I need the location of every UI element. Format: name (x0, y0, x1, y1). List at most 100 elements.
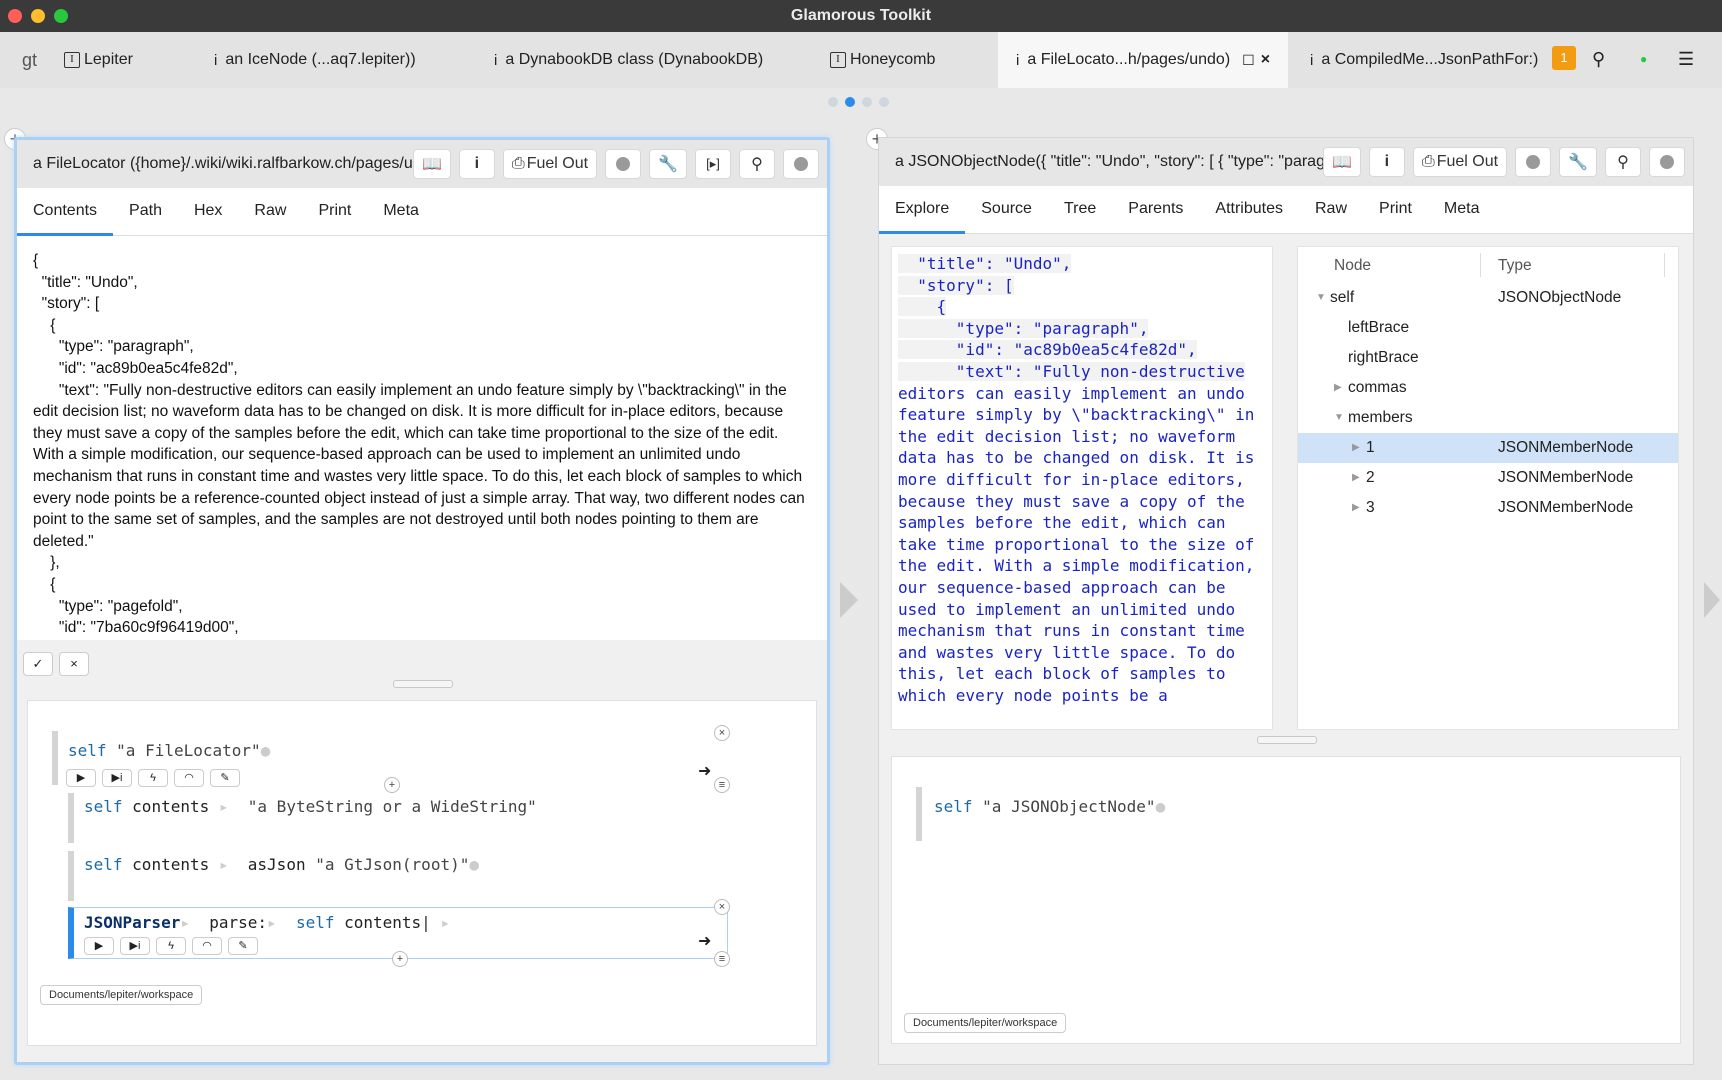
inspect-icon[interactable]: i (458, 149, 495, 179)
search-icon[interactable]: ⚲ (1592, 49, 1605, 70)
notification-badge[interactable]: 1 (1552, 46, 1576, 70)
play-inspect-icon[interactable]: ▶i (120, 937, 150, 955)
tab-contents[interactable]: Contents (17, 188, 114, 236)
tree-row[interactable]: ▶ 2 JSONMemberNode (1298, 463, 1678, 493)
tab-print[interactable]: Print (1379, 186, 1412, 234)
tab-raw[interactable]: Raw (254, 188, 286, 236)
collapse-triangle-icon[interactable]: ▼ (1334, 412, 1344, 423)
tab-compiledmethod[interactable]: i a CompiledMe...JsonPathFor:) (1310, 32, 1538, 88)
collapse-triangle-icon[interactable]: ▼ (1316, 292, 1326, 303)
tree-row[interactable]: ▶ 3 JSONMemberNode (1298, 493, 1678, 523)
tab-filelocator[interactable]: i a FileLocato...h/pages/undo) ☐ × (998, 32, 1288, 88)
expand-triangle-icon[interactable]: ▶ (1334, 382, 1342, 393)
tab-print[interactable]: Print (318, 188, 351, 236)
expand-triangle-icon[interactable]: ▶ (1352, 442, 1360, 453)
snippet-menu-icon[interactable]: ≡ (714, 951, 730, 967)
json-source-view[interactable]: "title": "Undo", "story": [ { "type": "p… (891, 246, 1273, 730)
snippet-code[interactable]: self "a FileLocator"● (68, 741, 270, 760)
inspector-icon: i (494, 51, 498, 69)
printer-icon: ⎙ (1421, 153, 1435, 170)
menu-icon[interactable]: ☰ (1678, 49, 1694, 70)
expand-triangle-icon[interactable]: ▶ (1352, 502, 1360, 513)
search-icon[interactable]: ⚲ (739, 149, 775, 179)
left-inspector-pane: a FileLocator ({home}/.wiki/wiki.ralfbar… (14, 137, 830, 1065)
tree-row[interactable]: rightBrace (1298, 343, 1678, 373)
inspect-icon[interactable]: i (1368, 147, 1405, 177)
workspace-path-button[interactable]: Documents/lepiter/workspace (40, 985, 203, 1005)
arrow-right-icon[interactable]: ➜ (698, 931, 711, 951)
status-circle-icon[interactable] (1515, 147, 1552, 177)
tab-meta[interactable]: Meta (383, 188, 419, 236)
pager-dots (828, 97, 889, 107)
fuel-out-label: Fuel Out (526, 155, 589, 172)
tab-path[interactable]: Path (129, 188, 162, 236)
tree-row[interactable]: ▼ self JSONObjectNode (1298, 283, 1678, 313)
tree-row[interactable]: ▼ members (1298, 403, 1678, 433)
maximize-tab-icon[interactable]: ☐ (1242, 52, 1255, 69)
snippet-code[interactable]: self contents ▸ asJson "a GtJson(root)"● (84, 855, 479, 874)
snippet-code[interactable]: JSONParser▸ parse:▸ self contents| ▸ (84, 913, 450, 932)
debug-icon[interactable]: ϟ (156, 937, 186, 955)
tab-honeycomb[interactable]: I Honeycomb (830, 32, 935, 88)
resize-handle[interactable] (393, 680, 453, 688)
tab-dynabookdb[interactable]: i a DynabookDB class (DynabookDB) (494, 32, 763, 88)
snippet-cell[interactable] (916, 787, 928, 841)
edit-icon[interactable]: ✎ (210, 769, 240, 787)
tree-row-selected[interactable]: ▶ 1 JSONMemberNode (1298, 433, 1678, 463)
debug-icon[interactable]: ϟ (138, 769, 168, 787)
pane-nav-arrow-icon[interactable] (840, 582, 858, 618)
tab-meta[interactable]: Meta (1444, 186, 1480, 234)
tab-parents[interactable]: Parents (1128, 186, 1183, 234)
snippet-code[interactable]: self contents ▸ "a ByteString or a WideS… (84, 797, 537, 816)
fuel-out-button[interactable]: ⎙ Fuel Out (502, 149, 598, 179)
tab-source[interactable]: Source (981, 186, 1032, 234)
tree-row[interactable]: leftBrace (1298, 313, 1678, 343)
profile-icon[interactable]: ◠ (192, 937, 222, 955)
expand-triangle-icon[interactable]: ▶ (1352, 472, 1360, 483)
book-icon[interactable]: 📖 (412, 149, 451, 179)
right-playground: self "a JSONObjectNode"● Documents/lepit… (891, 756, 1681, 1044)
edit-icon[interactable]: ✎ (228, 937, 258, 955)
tab-hex[interactable]: Hex (194, 188, 222, 236)
add-snippet-icon[interactable]: + (384, 777, 400, 793)
play-icon[interactable]: ▶ (84, 937, 114, 955)
status-circle-icon[interactable] (1649, 147, 1685, 177)
gt-home-button[interactable]: gt (22, 32, 37, 88)
tab-explore[interactable]: Explore (879, 186, 966, 234)
search-icon[interactable]: ⚲ (1605, 147, 1641, 177)
profile-icon[interactable]: ◠ (174, 769, 204, 787)
close-snippet-icon[interactable]: × (714, 899, 730, 915)
tab-lepiter[interactable]: I Lepiter (64, 32, 133, 88)
pager-dot[interactable] (879, 97, 889, 107)
pane-nav-arrow-icon[interactable] (1704, 582, 1720, 618)
tab-raw[interactable]: Raw (1315, 186, 1347, 234)
play-inspect-icon[interactable]: ▶i (102, 769, 132, 787)
close-snippet-icon[interactable]: × (714, 725, 730, 741)
fuel-out-button[interactable]: ⎙ Fuel Out (1412, 147, 1508, 177)
workspace-path-button[interactable]: Documents/lepiter/workspace (904, 1013, 1067, 1033)
contents-text-editor[interactable]: { "title": "Undo", "story": [ { "type": … (17, 236, 827, 640)
tab-attributes[interactable]: Attributes (1215, 186, 1283, 234)
tree-row[interactable]: ▶ commas (1298, 373, 1678, 403)
snippet-menu-icon[interactable]: ≡ (714, 777, 730, 793)
book-icon[interactable]: 📖 (1322, 147, 1361, 177)
tab-tree[interactable]: Tree (1064, 186, 1096, 234)
snippet-code[interactable]: self "a JSONObjectNode"● (934, 797, 1165, 816)
play-icon[interactable]: ▶ (66, 769, 96, 787)
tab-icenode[interactable]: i an IceNode (...aq7.lepiter)) (214, 32, 416, 88)
arrow-right-icon[interactable]: ➜ (698, 761, 711, 781)
wrench-icon[interactable]: 🔧 (1559, 147, 1597, 177)
pager-dot[interactable] (862, 97, 872, 107)
add-snippet-icon[interactable]: + (392, 951, 408, 967)
tab-label: Honeycomb (850, 51, 936, 68)
accept-icon[interactable]: ✓ (23, 652, 53, 676)
resize-handle[interactable] (1257, 736, 1317, 744)
status-circle-icon[interactable] (783, 149, 819, 179)
pager-dot-active[interactable] (845, 97, 855, 107)
step-icon[interactable]: [▸] (695, 149, 731, 179)
cancel-icon[interactable]: × (59, 652, 89, 676)
pager-dot[interactable] (828, 97, 838, 107)
status-circle-icon[interactable] (605, 149, 642, 179)
close-tab-icon[interactable]: × (1261, 51, 1270, 69)
wrench-icon[interactable]: 🔧 (649, 149, 687, 179)
